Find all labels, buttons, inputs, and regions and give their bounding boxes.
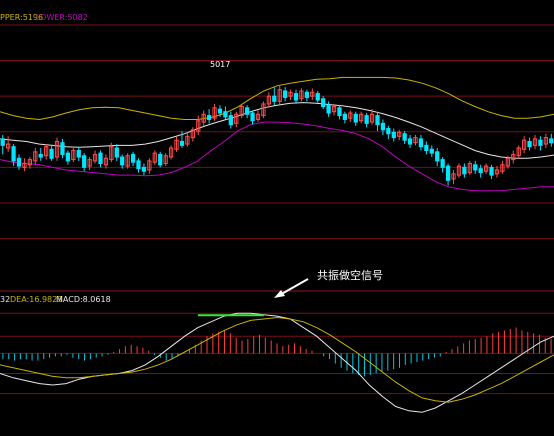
candle-body (380, 122, 386, 131)
candle-body (82, 155, 87, 168)
candle-body (293, 93, 299, 101)
candle-body (272, 95, 277, 102)
candle-body (217, 108, 223, 114)
macd-lines (0, 312, 554, 413)
candle-body (445, 165, 451, 181)
peak-price-label: 5017 (210, 60, 230, 69)
bollinger-bands (0, 76, 554, 192)
candle-body (462, 166, 467, 175)
candle-body (76, 150, 81, 158)
candle-body (38, 153, 43, 158)
candlestick-series (0, 85, 554, 186)
candle-body (228, 115, 233, 126)
candle-body (283, 90, 288, 98)
chart-canvas: PPER:5196 LOWER:5082 5017 32 DEA:16.9823… (0, 13, 554, 413)
annotation-group: 共振做空信号 (274, 268, 383, 298)
candle-body (478, 168, 483, 174)
candle-body (16, 157, 22, 167)
candle-body (418, 138, 424, 148)
candle-body (326, 104, 331, 114)
candle-body (141, 166, 147, 172)
candle-body (402, 133, 407, 141)
boll-lower-label: LOWER:5082 (36, 13, 88, 22)
macd-value-label: MACD:8.0618 (56, 295, 111, 304)
candle-body (179, 140, 185, 146)
candle-body (114, 147, 119, 158)
candle-body (440, 159, 445, 168)
candle-body (337, 107, 342, 117)
top-panel-grid (0, 24, 554, 240)
candle-body (120, 156, 125, 166)
candle-body (206, 115, 212, 120)
candle-body (98, 152, 103, 164)
candle-body (407, 138, 413, 145)
candle-body (353, 113, 358, 123)
macd-histogram (2, 327, 552, 377)
candle-body (386, 128, 391, 135)
candle-body (11, 146, 16, 162)
dea-line (0, 316, 554, 403)
candle-body (549, 138, 554, 144)
candle-body (321, 98, 326, 108)
candle-body (304, 91, 310, 98)
candle-body (60, 142, 65, 155)
candle-body (424, 144, 429, 152)
candle-body (130, 153, 136, 163)
macd-prefix-label: 32 (0, 295, 10, 304)
candle-body (136, 160, 141, 170)
candle-body (538, 139, 543, 146)
candle-body (489, 166, 494, 176)
candle-body (244, 107, 250, 115)
candle-body (342, 113, 348, 120)
candle-body (364, 115, 369, 124)
candle-body (49, 148, 54, 159)
candle-body (0, 138, 5, 146)
dif-line (0, 312, 554, 413)
annotation-text: 共振做空信号 (317, 268, 383, 282)
candle-body (250, 112, 255, 122)
candle-body (435, 151, 440, 162)
macd-dea-label: DEA:16.9823 (10, 295, 62, 304)
candle-body (473, 164, 478, 171)
candle-body (375, 115, 380, 126)
boll-upper-line (0, 76, 554, 121)
boll-mid-line (0, 102, 554, 159)
candle-body (391, 131, 396, 139)
candle-body (315, 93, 320, 101)
candle-body (527, 140, 532, 148)
candle-body (65, 152, 71, 162)
candle-body (158, 153, 163, 166)
chart-root: PPER:5196 LOWER:5082 5017 32 DEA:16.9823… (0, 0, 554, 432)
candle-body (223, 111, 228, 118)
candle-body (429, 148, 434, 154)
